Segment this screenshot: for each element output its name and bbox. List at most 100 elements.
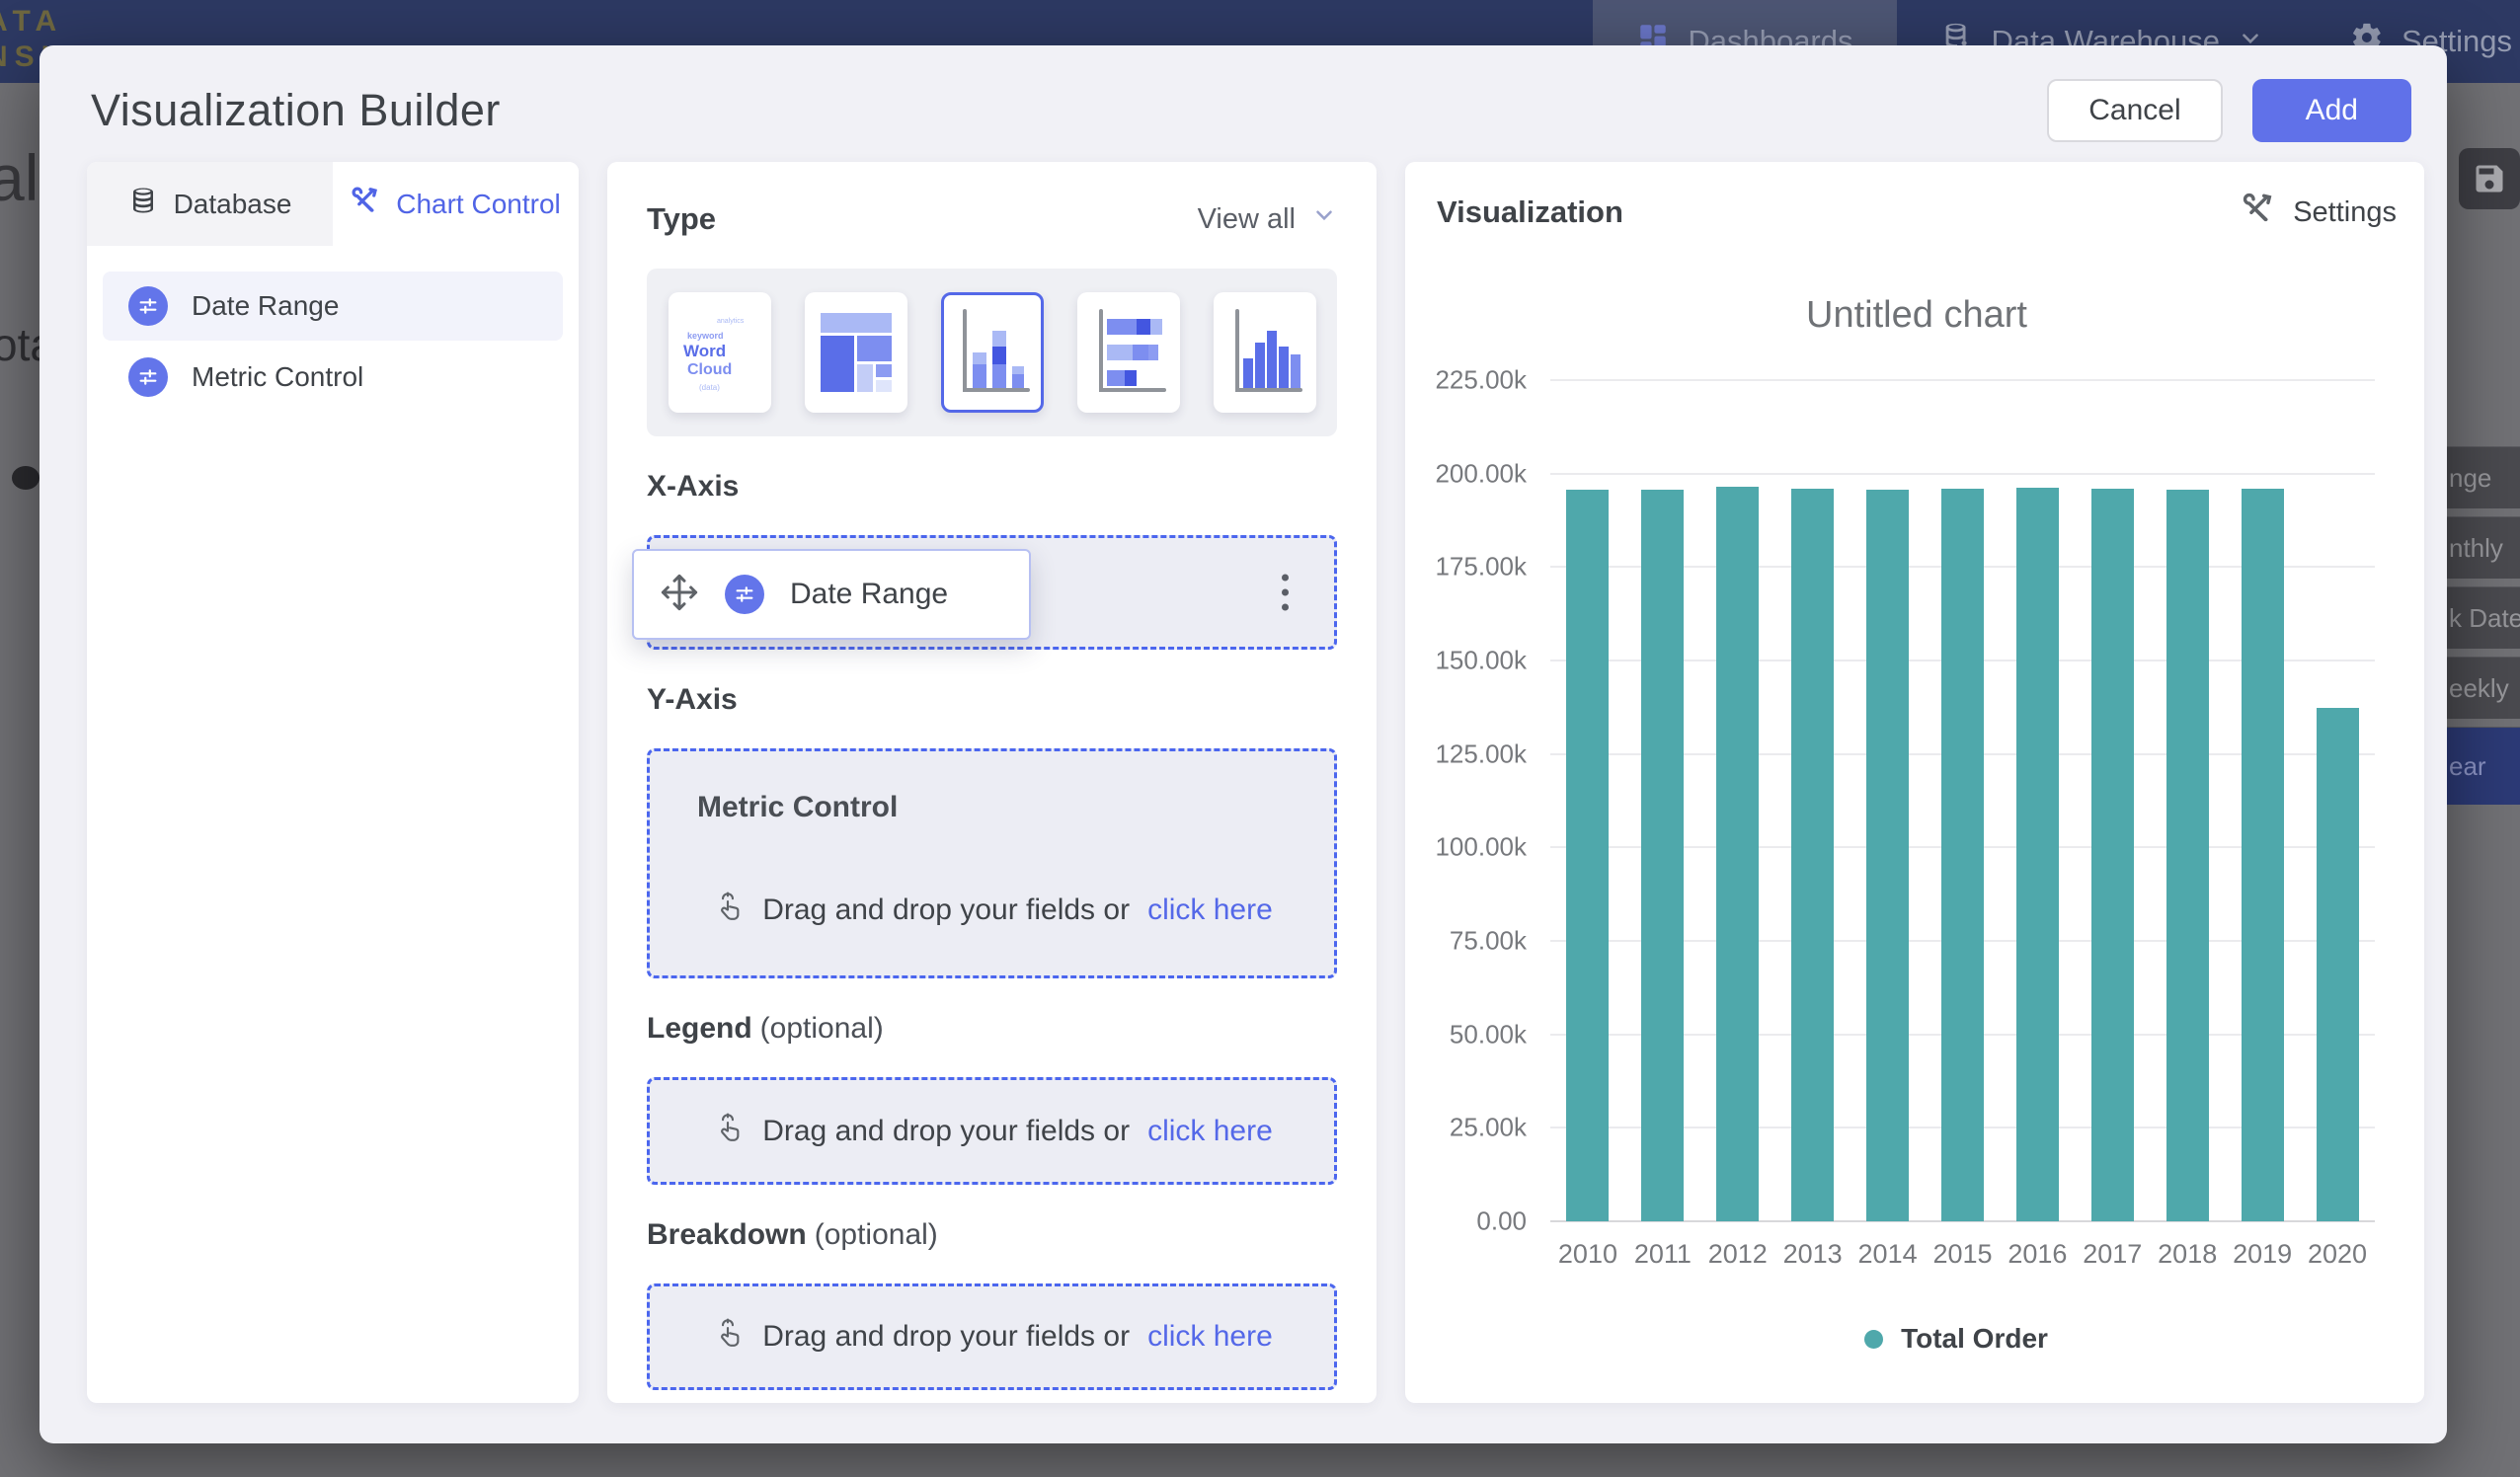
x-axis-labels: 2010201120122013201420152016201720182019…: [1550, 1239, 2375, 1270]
x-tick-label: 2018: [2150, 1239, 2225, 1270]
tap-hand-icon: [711, 1316, 745, 1358]
y-tick-label: 75.00k: [1450, 925, 1527, 956]
bar[interactable]: [1866, 490, 1909, 1221]
kebab-menu-icon[interactable]: [1282, 575, 1289, 611]
legend-label: Total Order: [1901, 1323, 2048, 1355]
tools-icon: [351, 186, 380, 222]
breakdown-section-title: Breakdown(optional): [647, 1218, 1337, 1252]
svg-text:Word: Word: [683, 342, 726, 360]
bar[interactable]: [2317, 708, 2359, 1221]
legend-dropzone[interactable]: Drag and drop your fields or click here: [647, 1077, 1337, 1185]
bar[interactable]: [1791, 489, 1834, 1221]
legend-dot: [1864, 1330, 1883, 1349]
background-bullet: [12, 466, 39, 490]
database-icon: [128, 186, 158, 222]
bar[interactable]: [1641, 490, 1684, 1221]
bar[interactable]: [2242, 489, 2284, 1221]
tab-database[interactable]: Database: [87, 162, 333, 246]
x-tick-label: 2011: [1625, 1239, 1700, 1270]
breakdown-dropzone[interactable]: Drag and drop your fields or click here: [647, 1283, 1337, 1390]
bar[interactable]: [2091, 489, 2134, 1221]
field-item-label: Metric Control: [192, 361, 363, 393]
x-tick-label: 2016: [2000, 1239, 2075, 1270]
y-tick-label: 50.00k: [1450, 1019, 1527, 1049]
x-tick-label: 2019: [2225, 1239, 2300, 1270]
x-tick-label: 2014: [1851, 1239, 1926, 1270]
tab-chart-control-label: Chart Control: [396, 189, 561, 220]
bar[interactable]: [1566, 490, 1609, 1221]
chart-type-treemap[interactable]: [805, 292, 907, 413]
x-tick-label: 2013: [1775, 1239, 1851, 1270]
visualization-builder-modal: Visualization Builder Cancel Add Databas…: [39, 45, 2447, 1443]
svg-text:analytics: analytics: [717, 318, 745, 325]
drop-hint-text: Drag and drop your fields or: [762, 894, 1130, 927]
screen: ATA NSIDER DashboardsData WarehouseSetti…: [0, 0, 2520, 1477]
y-tick-label: 200.00k: [1435, 458, 1527, 489]
tune-icon: [128, 357, 168, 397]
x-tick-label: 2020: [2300, 1239, 2375, 1270]
tap-hand-icon: [711, 1111, 745, 1152]
y-tick-label: 225.00k: [1435, 365, 1527, 396]
chart-legend: Total Order: [1516, 1323, 2397, 1355]
y-axis-section-title: Y-Axis: [647, 683, 1337, 717]
y-axis-dropzone[interactable]: Metric Control Drag and drop your fields…: [647, 748, 1337, 978]
chart-type-word-cloud[interactable]: keyword Word Cloud (data) analytics: [669, 292, 771, 413]
move-icon: [660, 573, 699, 617]
click-here-link[interactable]: click here: [1147, 1115, 1273, 1148]
field-item-metric-control[interactable]: Metric Control: [103, 343, 563, 412]
bar[interactable]: [2166, 490, 2209, 1221]
dragged-field-date-range[interactable]: Date Range: [632, 549, 1031, 640]
visualization-title: Visualization: [1437, 194, 1623, 230]
bar[interactable]: [1716, 487, 1759, 1221]
background-menu-fragments: ngenthlyk Dateeeklyear: [2447, 446, 2520, 805]
x-axis-dropzone[interactable]: Date Range Date Range: [647, 535, 1337, 650]
builder-panel: Type View all keyword Word Cloud: [607, 162, 1377, 1403]
field-item-date-range[interactable]: Date Range: [103, 272, 563, 341]
background-menu-row: eekly: [2447, 657, 2520, 719]
bar-chart: 225.00k200.00k175.00k150.00k125.00k100.0…: [1550, 380, 2375, 1221]
chart-type-strip: keyword Word Cloud (data) analytics: [647, 269, 1337, 436]
add-button[interactable]: Add: [2252, 79, 2411, 142]
y-tick-label: 150.00k: [1435, 645, 1527, 675]
click-here-link[interactable]: click here: [1147, 1320, 1273, 1354]
drop-hint-text: Drag and drop your fields or: [762, 1320, 1130, 1354]
click-here-link[interactable]: click here: [1147, 894, 1273, 927]
tune-icon: [725, 575, 764, 614]
fields-panel: Database Chart Control Date Rang: [87, 162, 579, 1403]
tab-database-label: Database: [174, 189, 292, 220]
field-item-label: Date Range: [192, 290, 339, 322]
cancel-button[interactable]: Cancel: [2047, 79, 2222, 142]
y-tick-label: 0.00: [1476, 1206, 1527, 1237]
x-tick-label: 2015: [1926, 1239, 2001, 1270]
svg-text:keyword: keyword: [687, 331, 724, 341]
svg-text:Cloud: Cloud: [687, 361, 732, 378]
visualization-panel: Visualization Settings Untitled chart 22…: [1405, 162, 2424, 1403]
x-tick-label: 2012: [1700, 1239, 1775, 1270]
bar[interactable]: [1941, 489, 1984, 1221]
chevron-down-icon: [1311, 202, 1337, 236]
chart-type-stacked-bar[interactable]: [1077, 292, 1180, 413]
crossed-tools-icon: [2242, 192, 2275, 233]
background-menu-row: ear: [2447, 727, 2520, 805]
view-all-label: View all: [1198, 203, 1296, 236]
chart-type-stacked-column[interactable]: [941, 292, 1044, 413]
background-menu-row: nthly: [2447, 516, 2520, 579]
drop-hint-text: Drag and drop your fields or: [762, 1115, 1130, 1148]
x-axis-section-title: X-Axis: [647, 470, 1337, 504]
settings-label: Settings: [2293, 196, 2397, 229]
type-section-title: Type: [647, 201, 716, 237]
bar[interactable]: [2016, 488, 2059, 1221]
dragged-field-label: Date Range: [790, 578, 948, 611]
chart-title: Untitled chart: [1437, 294, 2397, 337]
y-tick-label: 125.00k: [1435, 738, 1527, 769]
svg-text:(data): (data): [699, 383, 720, 392]
x-tick-label: 2017: [2075, 1239, 2150, 1270]
tap-hand-icon: [711, 890, 745, 931]
chart-type-column[interactable]: [1214, 292, 1316, 413]
background-text-fragment: al: [0, 140, 39, 215]
y-axis-control-label: Metric Control: [697, 791, 1287, 824]
view-all-dropdown[interactable]: View all: [1198, 202, 1337, 236]
tab-chart-control[interactable]: Chart Control: [333, 162, 579, 246]
settings-button[interactable]: Settings: [2242, 192, 2397, 233]
save-icon[interactable]: [2459, 148, 2520, 209]
